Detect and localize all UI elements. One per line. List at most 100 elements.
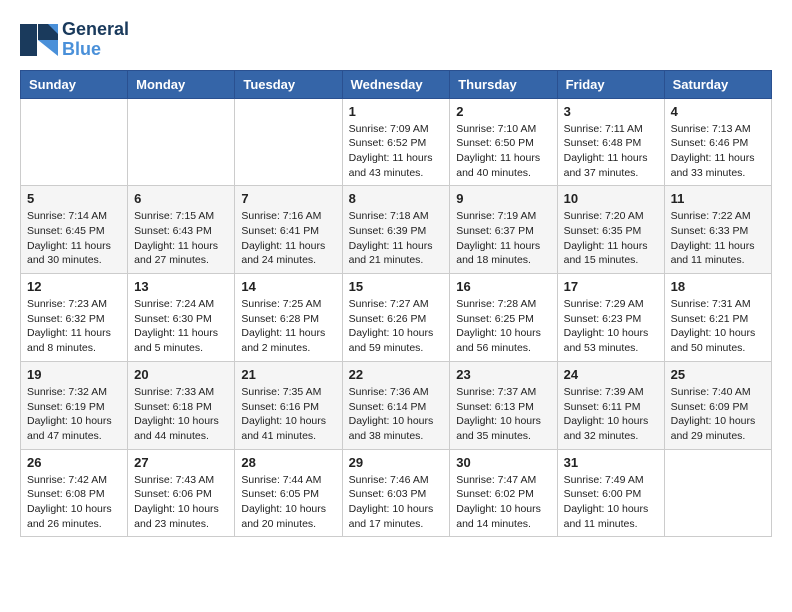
calendar-cell: 5 Sunrise: 7:14 AM Sunset: 6:45 PM Daylig… — [21, 186, 128, 274]
day-number: 3 — [564, 104, 658, 119]
day-number: 13 — [134, 279, 228, 294]
logo: General Blue — [20, 20, 129, 60]
calendar-cell: 4 Sunrise: 7:13 AM Sunset: 6:46 PM Daylig… — [664, 98, 771, 186]
calendar-cell: 26Sunrise: 7:42 AM Sunset: 6:08 PM Dayli… — [21, 449, 128, 537]
day-info: Sunrise: 7:44 AM Sunset: 6:05 PM Dayligh… — [241, 473, 335, 532]
day-info: Sunrise: 7:28 AM Sunset: 6:25 PM Dayligh… — [456, 297, 550, 356]
day-number: 14 — [241, 279, 335, 294]
day-info: Sunrise: 7:23 AM Sunset: 6:32 PM Dayligh… — [27, 297, 121, 356]
day-info: Sunrise: 7:46 AM Sunset: 6:03 PM Dayligh… — [349, 473, 444, 532]
calendar-cell — [128, 98, 235, 186]
day-info: Sunrise: 7:19 AM Sunset: 6:37 PM Dayligh… — [456, 209, 550, 268]
day-number: 21 — [241, 367, 335, 382]
day-info: Sunrise: 7:16 AM Sunset: 6:41 PM Dayligh… — [241, 209, 335, 268]
day-number: 18 — [671, 279, 765, 294]
calendar-table: SundayMondayTuesdayWednesdayThursdayFrid… — [20, 70, 772, 538]
day-number: 17 — [564, 279, 658, 294]
day-number: 2 — [456, 104, 550, 119]
calendar-cell: 15 Sunrise: 7:27 AM Sunset: 6:26 PM Dayli… — [342, 274, 450, 362]
calendar-cell: 27 Sunrise: 7:43 AM Sunset: 6:06 PM Dayli… — [128, 449, 235, 537]
calendar-cell: 13 Sunrise: 7:24 AM Sunset: 6:30 PM Dayli… — [128, 274, 235, 362]
calendar-cell: 6 Sunrise: 7:15 AM Sunset: 6:43 PM Daylig… — [128, 186, 235, 274]
day-info: Sunrise: 7:37 AM Sunset: 6:13 PM Dayligh… — [456, 385, 550, 444]
day-info: Sunrise: 7:47 AM Sunset: 6:02 PM Dayligh… — [456, 473, 550, 532]
day-info: Sunrise: 7:14 AM Sunset: 6:45 PM Dayligh… — [27, 209, 121, 268]
calendar-cell: 20 Sunrise: 7:33 AM Sunset: 6:18 PM Dayli… — [128, 361, 235, 449]
calendar-cell: 7 Sunrise: 7:16 AM Sunset: 6:41 PM Daylig… — [235, 186, 342, 274]
week-row-4: 19Sunrise: 7:32 AM Sunset: 6:19 PM Dayli… — [21, 361, 772, 449]
day-number: 29 — [349, 455, 444, 470]
page-header: General Blue — [20, 20, 772, 60]
day-number: 4 — [671, 104, 765, 119]
day-info: Sunrise: 7:11 AM Sunset: 6:48 PM Dayligh… — [564, 122, 658, 181]
day-number: 15 — [349, 279, 444, 294]
calendar-cell: 24 Sunrise: 7:39 AM Sunset: 6:11 PM Dayli… — [557, 361, 664, 449]
week-row-2: 5 Sunrise: 7:14 AM Sunset: 6:45 PM Daylig… — [21, 186, 772, 274]
calendar-cell: 9 Sunrise: 7:19 AM Sunset: 6:37 PM Daylig… — [450, 186, 557, 274]
day-header-thursday: Thursday — [450, 70, 557, 98]
day-header-sunday: Sunday — [21, 70, 128, 98]
calendar-cell: 28 Sunrise: 7:44 AM Sunset: 6:05 PM Dayli… — [235, 449, 342, 537]
day-header-monday: Monday — [128, 70, 235, 98]
calendar-cell: 31 Sunrise: 7:49 AM Sunset: 6:00 PM Dayli… — [557, 449, 664, 537]
day-header-wednesday: Wednesday — [342, 70, 450, 98]
day-info: Sunrise: 7:13 AM Sunset: 6:46 PM Dayligh… — [671, 122, 765, 181]
calendar-cell — [21, 98, 128, 186]
day-info: Sunrise: 7:29 AM Sunset: 6:23 PM Dayligh… — [564, 297, 658, 356]
day-number: 8 — [349, 191, 444, 206]
calendar-header-row: SundayMondayTuesdayWednesdayThursdayFrid… — [21, 70, 772, 98]
day-info: Sunrise: 7:27 AM Sunset: 6:26 PM Dayligh… — [349, 297, 444, 356]
calendar-cell: 3 Sunrise: 7:11 AM Sunset: 6:48 PM Daylig… — [557, 98, 664, 186]
day-info: Sunrise: 7:43 AM Sunset: 6:06 PM Dayligh… — [134, 473, 228, 532]
calendar-cell: 17 Sunrise: 7:29 AM Sunset: 6:23 PM Dayli… — [557, 274, 664, 362]
day-number: 31 — [564, 455, 658, 470]
day-number: 20 — [134, 367, 228, 382]
day-number: 5 — [27, 191, 121, 206]
day-info: Sunrise: 7:22 AM Sunset: 6:33 PM Dayligh… — [671, 209, 765, 268]
day-number: 22 — [349, 367, 444, 382]
day-number: 28 — [241, 455, 335, 470]
day-number: 6 — [134, 191, 228, 206]
day-info: Sunrise: 7:35 AM Sunset: 6:16 PM Dayligh… — [241, 385, 335, 444]
day-header-friday: Friday — [557, 70, 664, 98]
day-number: 7 — [241, 191, 335, 206]
calendar-cell: 11 Sunrise: 7:22 AM Sunset: 6:33 PM Dayli… — [664, 186, 771, 274]
day-number: 30 — [456, 455, 550, 470]
calendar-cell: 1 Sunrise: 7:09 AM Sunset: 6:52 PM Daylig… — [342, 98, 450, 186]
calendar-cell: 2 Sunrise: 7:10 AM Sunset: 6:50 PM Daylig… — [450, 98, 557, 186]
calendar-cell — [664, 449, 771, 537]
day-number: 23 — [456, 367, 550, 382]
day-info: Sunrise: 7:24 AM Sunset: 6:30 PM Dayligh… — [134, 297, 228, 356]
day-number: 24 — [564, 367, 658, 382]
day-info: Sunrise: 7:10 AM Sunset: 6:50 PM Dayligh… — [456, 122, 550, 181]
day-info: Sunrise: 7:33 AM Sunset: 6:18 PM Dayligh… — [134, 385, 228, 444]
day-number: 9 — [456, 191, 550, 206]
day-info: Sunrise: 7:49 AM Sunset: 6:00 PM Dayligh… — [564, 473, 658, 532]
day-info: Sunrise: 7:40 AM Sunset: 6:09 PM Dayligh… — [671, 385, 765, 444]
calendar-cell: 30 Sunrise: 7:47 AM Sunset: 6:02 PM Dayli… — [450, 449, 557, 537]
logo-general: General — [62, 20, 129, 40]
calendar-cell: 12Sunrise: 7:23 AM Sunset: 6:32 PM Dayli… — [21, 274, 128, 362]
week-row-3: 12Sunrise: 7:23 AM Sunset: 6:32 PM Dayli… — [21, 274, 772, 362]
day-header-saturday: Saturday — [664, 70, 771, 98]
day-info: Sunrise: 7:36 AM Sunset: 6:14 PM Dayligh… — [349, 385, 444, 444]
day-number: 27 — [134, 455, 228, 470]
week-row-5: 26Sunrise: 7:42 AM Sunset: 6:08 PM Dayli… — [21, 449, 772, 537]
day-info: Sunrise: 7:31 AM Sunset: 6:21 PM Dayligh… — [671, 297, 765, 356]
day-info: Sunrise: 7:42 AM Sunset: 6:08 PM Dayligh… — [27, 473, 121, 532]
day-info: Sunrise: 7:15 AM Sunset: 6:43 PM Dayligh… — [134, 209, 228, 268]
logo-blue: Blue — [62, 40, 129, 60]
calendar-cell: 22 Sunrise: 7:36 AM Sunset: 6:14 PM Dayli… — [342, 361, 450, 449]
day-number: 19 — [27, 367, 121, 382]
day-info: Sunrise: 7:09 AM Sunset: 6:52 PM Dayligh… — [349, 122, 444, 181]
calendar-cell: 14 Sunrise: 7:25 AM Sunset: 6:28 PM Dayli… — [235, 274, 342, 362]
day-number: 1 — [349, 104, 444, 119]
day-number: 25 — [671, 367, 765, 382]
calendar-cell: 8 Sunrise: 7:18 AM Sunset: 6:39 PM Daylig… — [342, 186, 450, 274]
calendar-cell: 21 Sunrise: 7:35 AM Sunset: 6:16 PM Dayli… — [235, 361, 342, 449]
day-number: 11 — [671, 191, 765, 206]
day-info: Sunrise: 7:25 AM Sunset: 6:28 PM Dayligh… — [241, 297, 335, 356]
day-info: Sunrise: 7:18 AM Sunset: 6:39 PM Dayligh… — [349, 209, 444, 268]
day-info: Sunrise: 7:39 AM Sunset: 6:11 PM Dayligh… — [564, 385, 658, 444]
calendar-cell: 23 Sunrise: 7:37 AM Sunset: 6:13 PM Dayli… — [450, 361, 557, 449]
